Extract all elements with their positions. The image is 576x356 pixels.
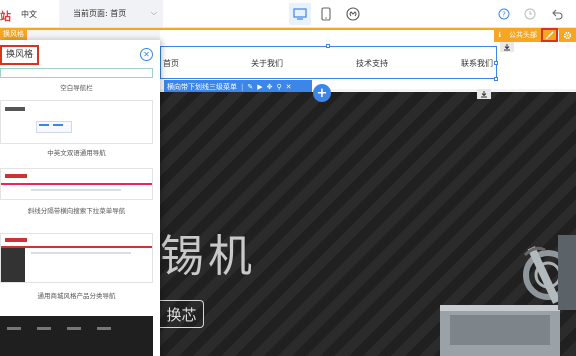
close-icon: ✕ (143, 50, 150, 59)
add-section-button[interactable]: + (313, 84, 331, 102)
video-icon[interactable]: ▶ (257, 83, 262, 91)
public-header-label: 公共头部 (509, 31, 537, 39)
info-icon: ℹ (498, 31, 501, 39)
template-caption: 空白导航栏 (60, 84, 93, 92)
top-toolbar: 站 中文 当前页面: 首页 ⌵ ? (0, 0, 576, 28)
header-selection-bar (0, 28, 576, 30)
template-caption: 中英文双语通用导航 (47, 149, 106, 157)
nav-item-contact[interactable]: 联系我们 (461, 58, 493, 69)
nav-item-support[interactable]: 技术支持 (356, 58, 388, 69)
banner-download-button[interactable] (477, 89, 491, 99)
help-icon: ? (498, 8, 510, 20)
mini-program-icon (346, 7, 360, 21)
nav-item-about[interactable]: 关于我们 (251, 58, 283, 69)
template-thumb-mall-category[interactable] (0, 233, 153, 283)
download-icon (481, 91, 487, 98)
component-name-label: 横向带下划线三级菜单 (167, 83, 237, 91)
undo-icon (552, 9, 563, 20)
download-button[interactable] (500, 42, 514, 52)
navigation-component[interactable]: 首页 关于我们 技术支持 联系我们 (160, 46, 497, 79)
mini-program-view-button[interactable] (342, 3, 364, 25)
settings-button[interactable] (559, 28, 576, 42)
link-icon[interactable]: ⚲ (277, 83, 282, 91)
mobile-view-button[interactable] (315, 3, 337, 25)
brush-icon (546, 30, 554, 39)
template-thumb-dark[interactable] (0, 316, 153, 356)
chevron-down-icon: ⌵ (150, 8, 157, 17)
resize-handle-right[interactable] (494, 61, 498, 65)
download-icon (504, 44, 510, 51)
style-brush-button[interactable] (541, 28, 558, 42)
mobile-icon (321, 7, 331, 21)
desktop-view-button[interactable] (289, 3, 311, 25)
close-panel-button[interactable]: ✕ (140, 48, 153, 61)
banner-title: 锡机 (160, 231, 256, 282)
template-thumb-blank[interactable] (0, 68, 153, 78)
panel-title: 换风格 (0, 45, 40, 65)
help-button[interactable]: ? (496, 6, 512, 22)
current-page-label: 当前页面: 首页 (73, 9, 127, 18)
edit-icon[interactable]: ✎ (247, 83, 253, 91)
style-panel: 换风格 ✕ 空白导航栏 中英文双语通用导航 斜线分隔带横向搜索下拉菜单导航 通用… (0, 40, 160, 356)
language-switch[interactable]: 中文 (21, 9, 37, 20)
template-caption: 通用商城风格产品分类导航 (37, 292, 116, 300)
template-thumb-bilingual[interactable] (0, 100, 153, 144)
site-logo: 站 (0, 10, 11, 23)
soldering-machine-image (440, 235, 576, 356)
clock-icon (524, 8, 536, 20)
undo-button[interactable] (549, 6, 565, 22)
gear-icon (563, 31, 572, 39)
history-button[interactable] (522, 6, 538, 22)
template-caption: 斜线分隔带横向搜索下拉菜单导航 (27, 207, 126, 215)
banner-button[interactable]: 换芯 (160, 300, 204, 328)
move-icon[interactable]: ✥ (267, 83, 273, 91)
replace-style-tag[interactable]: 换风格 (0, 28, 27, 40)
public-header-tag[interactable]: ℹ 公共头部 (494, 28, 541, 42)
current-page-selector[interactable]: 当前页面: 首页 ⌵ (59, 0, 163, 27)
svg-text:?: ? (502, 11, 506, 19)
nav-item-home[interactable]: 首页 (163, 58, 179, 69)
desktop-icon (293, 8, 307, 20)
template-thumb-slash-dropdown[interactable] (0, 168, 153, 200)
resize-handle-top[interactable] (326, 44, 330, 48)
resize-handle-bottom-right[interactable] (494, 77, 498, 81)
delete-icon[interactable]: ✕ (286, 83, 292, 91)
